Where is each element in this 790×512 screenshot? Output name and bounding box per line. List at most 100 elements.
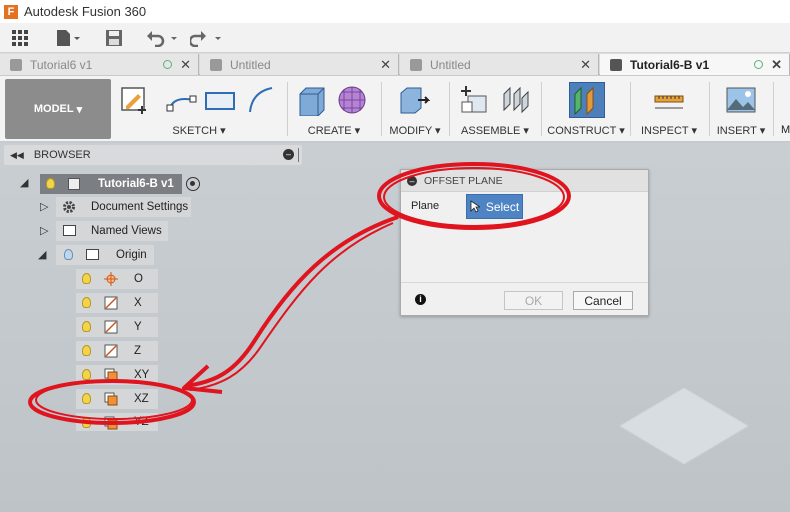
modify-group[interactable]: MODIFY ▾ <box>384 76 446 142</box>
insert-group[interactable]: INSERT ▾ <box>712 76 770 142</box>
joint-icon[interactable] <box>500 84 532 116</box>
toolbar-divider <box>287 82 288 136</box>
visibility-bulb-icon[interactable] <box>82 273 91 284</box>
document-icon <box>610 58 622 71</box>
minimize-icon[interactable]: – <box>283 149 294 160</box>
visibility-bulb-icon[interactable] <box>82 417 91 428</box>
ground-plane-grid[interactable] <box>620 388 748 464</box>
cursor-arrow-icon <box>470 200 480 213</box>
visibility-bulb-icon[interactable] <box>82 297 91 308</box>
grid-menu-icon[interactable] <box>11 28 29 48</box>
toolbar-divider <box>541 82 542 136</box>
title-bar: F Autodesk Fusion 360 <box>0 0 790 23</box>
workspace-switcher-button[interactable]: MODEL ▾ <box>5 79 111 139</box>
insert-image-icon[interactable] <box>725 84 757 116</box>
info-icon[interactable]: i <box>415 294 426 305</box>
collapse-triangle-icon[interactable]: ◢ <box>38 248 46 261</box>
panel-grip-icon[interactable] <box>298 148 300 162</box>
browser-item-document-settings[interactable]: Document Settings <box>56 197 191 217</box>
document-icon <box>10 58 22 71</box>
undo-icon[interactable] <box>146 28 180 48</box>
origin-plane-yz[interactable]: YZ <box>76 413 158 431</box>
sync-status-icon <box>754 60 764 69</box>
assemble-group[interactable]: ASSEMBLE ▾ <box>452 76 538 142</box>
tab-tutorial6-b[interactable]: Tutorial6-B v1 ✕ <box>600 54 790 75</box>
close-icon[interactable]: ✕ <box>771 57 782 73</box>
item-label: Y <box>134 321 142 333</box>
tab-label: Untitled <box>430 57 471 72</box>
axis-icon <box>104 296 118 310</box>
visibility-bulb-icon[interactable] <box>64 249 73 260</box>
tab-untitled-2[interactable]: Untitled ✕ <box>400 54 599 75</box>
file-menu-icon[interactable] <box>55 28 81 48</box>
dialog-header[interactable]: – OFFSET PLANE <box>401 170 648 192</box>
workspace-label: MODEL <box>33 103 74 115</box>
folder-icon <box>86 249 99 260</box>
browser-title: BROWSER <box>33 149 91 161</box>
origin-plane-xz[interactable]: XZ <box>76 389 158 409</box>
cancel-button[interactable]: Cancel <box>573 291 633 310</box>
item-label: Named Views <box>91 225 162 237</box>
origin-axis-x[interactable]: X <box>76 293 158 313</box>
tab-label: Tutorial6 v1 <box>30 57 93 72</box>
redo-icon[interactable] <box>190 28 224 48</box>
measure-icon[interactable] <box>653 84 685 116</box>
modify-group-label: MODIFY <box>389 125 432 137</box>
sketch-group[interactable]: SKETCH ▾ <box>116 76 282 142</box>
browser-root-item[interactable]: Tutorial6-B v1 <box>40 174 182 194</box>
rectangle-tool-icon[interactable] <box>204 84 236 116</box>
select-button-label: Select <box>485 199 520 214</box>
plane-select-button[interactable]: Select <box>466 194 523 219</box>
item-label: YZ <box>134 416 149 428</box>
collapse-panel-icon[interactable]: ◀◀ <box>10 150 24 161</box>
collapse-triangle-icon[interactable]: ◢ <box>20 176 28 189</box>
close-icon[interactable]: ✕ <box>380 57 391 73</box>
tab-untitled-1[interactable]: Untitled ✕ <box>200 54 399 75</box>
visibility-bulb-icon[interactable] <box>82 345 91 356</box>
new-component-icon[interactable] <box>458 84 490 116</box>
ok-button[interactable]: OK <box>504 291 563 310</box>
toolbar-divider <box>381 82 382 136</box>
press-pull-icon[interactable] <box>398 84 430 116</box>
fusion-logo-icon: F <box>4 4 18 19</box>
close-icon[interactable]: ✕ <box>580 57 591 73</box>
insert-group-label: INSERT <box>716 125 757 137</box>
collapse-dialog-icon[interactable]: – <box>407 175 417 186</box>
offset-plane-icon[interactable] <box>571 84 603 116</box>
close-icon[interactable]: ✕ <box>180 57 191 73</box>
visibility-bulb-icon[interactable] <box>46 178 55 189</box>
save-icon[interactable] <box>105 28 123 48</box>
visibility-bulb-icon[interactable] <box>82 393 91 404</box>
sketch-group-label: SKETCH <box>172 125 218 137</box>
form-icon[interactable] <box>336 84 368 116</box>
arc-tool-icon[interactable] <box>246 84 278 116</box>
create-group[interactable]: CREATE ▾ <box>290 76 378 142</box>
item-label: Document Settings <box>91 201 189 213</box>
browser-item-named-views[interactable]: Named Views <box>56 221 168 241</box>
line-tool-icon[interactable] <box>166 84 198 116</box>
inspect-group-label: INSPECT <box>640 125 689 137</box>
item-label: XZ <box>134 393 149 405</box>
origin-axis-z[interactable]: Z <box>76 341 158 361</box>
origin-plane-xy[interactable]: XY <box>76 365 158 385</box>
origin-axis-y[interactable]: Y <box>76 317 158 337</box>
tab-tutorial6[interactable]: Tutorial6 v1 ✕ <box>0 54 199 75</box>
browser-item-origin[interactable]: Origin <box>56 245 154 265</box>
browser-header[interactable]: ◀◀ BROWSER – <box>4 145 302 165</box>
construct-group[interactable]: CONSTRUCT ▾ <box>545 76 627 142</box>
extrude-icon[interactable] <box>296 84 328 116</box>
visibility-bulb-icon[interactable] <box>82 369 91 380</box>
activate-radio-icon[interactable] <box>186 177 200 191</box>
toolbar-divider <box>709 82 710 136</box>
plane-label: Plane <box>411 200 440 212</box>
make-group-label-truncated[interactable]: M <box>781 124 790 136</box>
root-document-name: Tutorial6-B v1 <box>98 178 174 190</box>
toolbar-divider <box>449 82 450 136</box>
origin-point-o[interactable]: O <box>76 269 158 289</box>
app-title: Autodesk Fusion 360 <box>24 4 147 19</box>
inspect-group[interactable]: INSPECT ▾ <box>633 76 705 142</box>
visibility-bulb-icon[interactable] <box>82 321 91 332</box>
expand-arrow-icon[interactable]: ▷ <box>40 224 48 237</box>
expand-arrow-icon[interactable]: ▷ <box>40 200 48 213</box>
create-sketch-icon[interactable] <box>120 84 152 116</box>
